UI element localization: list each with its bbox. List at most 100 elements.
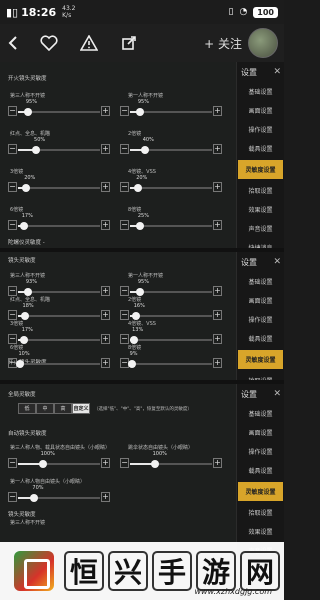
increase-button[interactable]: +	[213, 220, 222, 230]
slider-track[interactable]	[130, 312, 212, 320]
slider-track[interactable]	[130, 460, 212, 468]
sensitivity-slider[interactable]: − +70%	[8, 485, 110, 504]
decrease-button[interactable]: −	[8, 182, 17, 192]
close-icon[interactable]: ✕	[273, 67, 281, 77]
sensitivity-slider[interactable]: − +100%	[8, 451, 110, 470]
sidebar-item[interactable]: 画面设置	[237, 423, 284, 442]
slider-handle[interactable]	[32, 146, 41, 154]
decrease-button[interactable]: −	[120, 220, 129, 230]
slider-track[interactable]	[130, 184, 212, 192]
sidebar-item[interactable]: 载具设置	[237, 139, 284, 158]
increase-button[interactable]: +	[101, 106, 110, 116]
decrease-button[interactable]: −	[120, 310, 129, 320]
report-icon[interactable]	[76, 30, 102, 56]
increase-button[interactable]: +	[213, 334, 222, 344]
sidebar-item[interactable]: 基础设置	[237, 404, 284, 423]
decrease-button[interactable]: −	[8, 334, 17, 344]
decrease-button[interactable]: −	[8, 106, 17, 116]
sensitivity-slider[interactable]: − +10%	[8, 351, 110, 370]
slider-track[interactable]	[130, 222, 212, 230]
sensitivity-slider[interactable]: − +25%	[120, 213, 222, 232]
sidebar-item[interactable]: 操作设置	[237, 310, 284, 329]
slider-track[interactable]	[16, 360, 100, 368]
preset-option[interactable]: 高	[54, 403, 72, 414]
decrease-button[interactable]: −	[8, 144, 17, 154]
sidebar-item[interactable]: 基础设置	[237, 272, 284, 291]
slider-handle[interactable]	[20, 312, 29, 320]
sidebar-item[interactable]: 快捷消息	[237, 238, 284, 248]
slider-handle[interactable]	[22, 184, 31, 192]
slider-track[interactable]	[18, 288, 100, 296]
slider-handle[interactable]	[23, 108, 32, 116]
decrease-button[interactable]: −	[120, 182, 129, 192]
sidebar-item[interactable]: 声音设置	[237, 219, 284, 238]
sensitivity-slider[interactable]: − +18%	[8, 303, 110, 322]
slider-handle[interactable]	[38, 460, 47, 468]
slider-handle[interactable]	[135, 108, 144, 116]
decrease-button[interactable]: −	[120, 458, 129, 468]
slider-handle[interactable]	[131, 312, 140, 320]
slider-handle[interactable]	[130, 336, 139, 344]
decrease-button[interactable]: −	[8, 458, 17, 468]
decrease-button[interactable]: −	[120, 106, 129, 116]
close-icon[interactable]: ✕	[273, 257, 281, 267]
sensitivity-slider[interactable]: − +17%	[8, 327, 110, 346]
back-icon[interactable]	[0, 30, 26, 56]
slider-track[interactable]	[18, 108, 100, 116]
decrease-button[interactable]: −	[8, 220, 17, 230]
sidebar-item[interactable]: 载具设置	[237, 329, 284, 348]
sensitivity-slider[interactable]: − +40%	[120, 137, 222, 156]
sidebar-item[interactable]: 拾取设置	[237, 371, 284, 380]
increase-button[interactable]: +	[213, 286, 222, 296]
increase-button[interactable]: +	[101, 220, 110, 230]
sensitivity-slider[interactable]: − +17%	[8, 213, 110, 232]
preset-option[interactable]: 低	[18, 403, 36, 414]
slider-track[interactable]	[18, 222, 100, 230]
follow-button[interactable]: + 关注	[204, 35, 242, 52]
increase-button[interactable]: +	[101, 310, 110, 320]
decrease-button[interactable]: −	[120, 334, 129, 344]
sidebar-item[interactable]: 灵敏度设置	[238, 160, 283, 179]
sensitivity-slider[interactable]: − +50%	[8, 137, 110, 156]
slider-track[interactable]	[130, 108, 212, 116]
sidebar-item[interactable]: 效果设置	[237, 522, 284, 541]
sensitivity-slider[interactable]: − +95%	[8, 99, 110, 118]
share-icon[interactable]	[116, 30, 142, 56]
sidebar-item[interactable]: 效果设置	[237, 200, 284, 219]
increase-button[interactable]: +	[213, 144, 222, 154]
increase-button[interactable]: +	[101, 144, 110, 154]
preset-option[interactable]: 中	[36, 403, 54, 414]
slider-handle[interactable]	[140, 146, 149, 154]
sidebar-item[interactable]: 操作设置	[237, 442, 284, 461]
decrease-button[interactable]: −	[120, 286, 129, 296]
increase-button[interactable]: +	[101, 358, 110, 368]
sidebar-item[interactable]: 拾取设置	[237, 181, 284, 200]
increase-button[interactable]: +	[213, 458, 222, 468]
decrease-button[interactable]: −	[8, 286, 17, 296]
slider-handle[interactable]	[19, 222, 28, 230]
sidebar-item[interactable]: 灵敏度设置	[238, 482, 283, 501]
sidebar-item[interactable]: 操作设置	[237, 120, 284, 139]
sensitivity-slider[interactable]: − +9%	[120, 351, 222, 370]
slider-handle[interactable]	[23, 288, 32, 296]
decrease-button[interactable]: −	[8, 492, 17, 502]
increase-button[interactable]: +	[213, 358, 222, 368]
decrease-button[interactable]: −	[8, 310, 17, 320]
sensitivity-slider[interactable]: − +20%	[8, 175, 110, 194]
slider-handle[interactable]	[135, 222, 144, 230]
avatar[interactable]	[248, 28, 278, 58]
increase-button[interactable]: +	[101, 182, 110, 192]
slider-track[interactable]	[18, 494, 100, 502]
decrease-button[interactable]: −	[120, 144, 129, 154]
increase-button[interactable]: +	[213, 182, 222, 192]
slider-handle[interactable]	[16, 360, 25, 368]
sidebar-item[interactable]: 灵敏度设置	[238, 350, 283, 369]
slider-handle[interactable]	[134, 184, 143, 192]
sidebar-item[interactable]: 基础设置	[237, 82, 284, 101]
slider-handle[interactable]	[127, 360, 136, 368]
slider-handle[interactable]	[135, 288, 144, 296]
slider-handle[interactable]	[150, 460, 159, 468]
increase-button[interactable]: +	[213, 106, 222, 116]
increase-button[interactable]: +	[101, 492, 110, 502]
increase-button[interactable]: +	[101, 334, 110, 344]
